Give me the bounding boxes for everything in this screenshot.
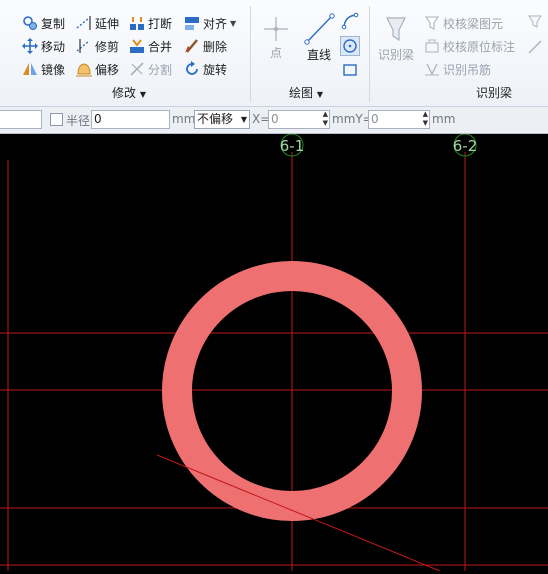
move-icon: [22, 38, 38, 54]
diagonal-line[interactable]: [156, 454, 441, 572]
x-value: 0: [271, 112, 279, 126]
break-label: 打断: [148, 16, 173, 31]
left-input-stub[interactable]: [0, 110, 42, 129]
check-beam-icon: [424, 15, 440, 31]
radius-unit: mm: [172, 112, 196, 126]
identify-beam-group: 识别梁 校核梁图元 校核原位标注 识别吊筋 识别梁: [370, 0, 548, 106]
offset-mode-dropdown-icon: ▼: [240, 115, 247, 124]
arc-button[interactable]: [341, 12, 359, 30]
offset-label: 偏移: [95, 62, 120, 77]
identify-beam-button[interactable]: 识别梁: [376, 14, 416, 68]
line-label: 直线: [306, 48, 331, 62]
point-label: 点: [269, 46, 282, 60]
y-input[interactable]: 0 ▲ ▼: [368, 110, 430, 129]
modify-dropdown-icon: ▼: [139, 90, 146, 99]
identify-beam-icon: [376, 14, 416, 46]
split-label: 分割: [148, 62, 173, 77]
line-icon: [301, 12, 337, 46]
align-icon: [184, 15, 200, 31]
radius-checkbox[interactable]: [50, 113, 63, 126]
draw-options-bar: 半径 0 mm 不偏移 ▼ X= 0 ▲ ▼ mmY= 0 ▲ ▼ mm: [0, 107, 548, 134]
line-button[interactable]: 直线: [301, 12, 337, 68]
rectangle-icon: [343, 64, 357, 76]
split-button[interactable]: 分割: [129, 59, 172, 79]
identify-hanger-label: 识别吊筋: [443, 62, 492, 77]
axis-label-6-2: 6-2: [453, 137, 478, 155]
extend-button[interactable]: 延伸: [76, 13, 119, 33]
mirror-label: 镜像: [41, 62, 66, 77]
check-beam-label: 校核梁图元: [443, 16, 504, 31]
x-spinner-icon[interactable]: ▲ ▼: [323, 110, 328, 128]
y-unit: mm: [432, 112, 456, 126]
x-unit-y-label: mmY=: [332, 112, 373, 126]
draw-group: 点 直线 绘图 ▼: [251, 0, 369, 106]
trim-button[interactable]: 修剪: [76, 36, 119, 56]
offset-button[interactable]: 偏移: [76, 59, 119, 79]
trim-icon: [76, 38, 92, 54]
ribbon-toolbar: 复制 移动 镜像 延伸 修剪 偏移 打断 合并 分割 对齐 ▼ 删除 旋转 修改…: [0, 0, 548, 107]
break-icon: [129, 15, 145, 31]
identify-hanger-button[interactable]: 识别吊筋: [424, 59, 491, 79]
check-original-mark-button[interactable]: 校核原位标注: [424, 36, 515, 56]
radius-label: 半径: [66, 114, 91, 128]
identify-beam-label: 识别梁: [377, 48, 414, 62]
rotate-button[interactable]: 旋转: [184, 59, 227, 79]
check-original-mark-label: 校核原位标注: [443, 39, 516, 54]
copy-icon: [22, 15, 38, 31]
split-icon: [129, 61, 145, 77]
more-beam-tools-icon[interactable]: [526, 13, 546, 79]
modify-group-title[interactable]: 修改 ▼: [112, 84, 146, 101]
delete-button[interactable]: 删除: [184, 36, 227, 56]
extend-icon: [76, 15, 92, 31]
y-spinner-icon[interactable]: ▲ ▼: [423, 110, 428, 128]
axis-label-6-1: 6-1: [280, 137, 305, 155]
point-button[interactable]: 点: [259, 14, 293, 66]
radius-input[interactable]: 0: [91, 110, 170, 129]
point-icon: [259, 14, 293, 44]
offset-mode-value: 不偏移: [197, 112, 234, 126]
copy-button[interactable]: 复制: [22, 13, 65, 33]
offset-mode-select[interactable]: 不偏移 ▼: [194, 110, 250, 129]
draw-group-title[interactable]: 绘图 ▼: [289, 84, 323, 101]
check-original-mark-icon: [424, 38, 440, 54]
trim-label: 修剪: [95, 39, 120, 54]
move-button[interactable]: 移动: [22, 36, 65, 56]
x-input[interactable]: 0 ▲ ▼: [268, 110, 330, 129]
mirror-button[interactable]: 镜像: [22, 59, 65, 79]
align-button[interactable]: 对齐 ▼: [184, 13, 236, 33]
check-beam-button[interactable]: 校核梁图元: [424, 13, 503, 33]
y-value: 0: [371, 112, 379, 126]
break-button[interactable]: 打断: [129, 13, 172, 33]
extend-label: 延伸: [95, 16, 120, 31]
drawing-canvas[interactable]: 6-1 6-2: [0, 133, 548, 572]
move-label: 移动: [41, 39, 66, 54]
rotate-icon: [184, 61, 200, 77]
circle-icon: [343, 39, 357, 53]
rectangle-button[interactable]: [341, 61, 359, 79]
draw-dropdown-icon: ▼: [316, 90, 323, 99]
align-label: 对齐: [203, 16, 228, 31]
merge-icon: [129, 38, 145, 54]
offset-icon: [76, 61, 92, 77]
modify-group: 复制 移动 镜像 延伸 修剪 偏移 打断 合并 分割 对齐 ▼ 删除 旋转 修改…: [0, 0, 250, 106]
delete-label: 删除: [203, 39, 228, 54]
identify-beam-group-title: 识别梁: [476, 86, 513, 100]
mirror-icon: [22, 61, 38, 77]
merge-label: 合并: [148, 39, 173, 54]
drawing-svg: 6-1 6-2: [0, 133, 548, 572]
identify-hanger-icon: [424, 61, 440, 77]
delete-icon: [184, 38, 200, 54]
arc-icon: [341, 12, 359, 30]
align-dropdown-icon[interactable]: ▼: [230, 19, 236, 28]
copy-label: 复制: [41, 16, 66, 31]
merge-button[interactable]: 合并: [129, 36, 172, 56]
rotate-label: 旋转: [203, 62, 228, 77]
circle-button[interactable]: [340, 36, 360, 56]
